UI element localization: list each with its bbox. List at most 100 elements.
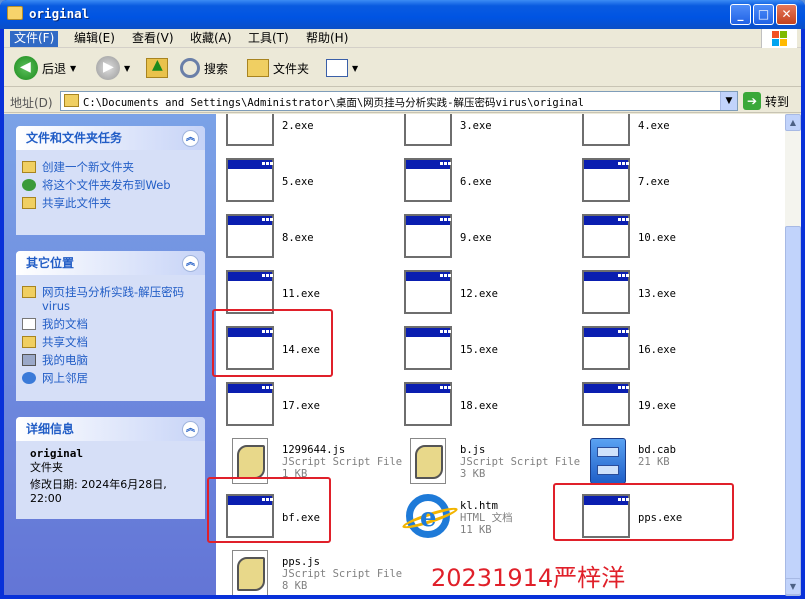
file-item[interactable]: 5.exe (226, 158, 396, 206)
details-panel: 详细信息 ︽ original 文件夹 修改日期: 2024年6月28日, 22:… (16, 417, 205, 519)
file-size: 11 KB (460, 524, 492, 536)
file-name: 8.exe (282, 232, 314, 244)
file-type: JScript Script File (282, 568, 403, 580)
file-item[interactable]: 12.exe (404, 270, 574, 318)
file-item[interactable]: 8.exe (226, 214, 396, 262)
file-tasks-panel: 文件和文件夹任务 ︽ 创建一个新文件夹 将这个文件夹发布到Web 共享此文件夹 (16, 126, 205, 235)
file-name: 9.exe (460, 232, 492, 244)
file-item[interactable]: e kl.htm HTML 文档 11 KB (400, 494, 574, 542)
file-name: 15.exe (460, 344, 498, 356)
panel-title[interactable]: 文件和文件夹任务 ︽ (16, 126, 205, 150)
folder-icon (7, 6, 23, 20)
scroll-up-button[interactable]: ▲ (785, 114, 801, 131)
place-shared-documents[interactable]: 共享文档 (16, 335, 205, 349)
address-label: 地址(D) (10, 96, 53, 110)
shared-folder-icon (22, 336, 36, 348)
close-button[interactable]: ✕ (776, 4, 797, 25)
minimize-button[interactable]: _ (730, 4, 751, 25)
file-name: 19.exe (638, 400, 676, 412)
file-item[interactable]: b.js JScript Script File 3 KB (404, 438, 580, 486)
search-icon (180, 58, 200, 78)
file-name: 7.exe (638, 176, 670, 188)
vertical-scrollbar[interactable]: ▲ ▼ (785, 114, 801, 596)
file-item[interactable]: pps.js JScript Script File 8 KB (226, 550, 402, 595)
collapse-icon[interactable]: ︽ (182, 255, 199, 272)
chevron-down-icon: ▼ (352, 63, 359, 73)
task-new-folder[interactable]: 创建一个新文件夹 (16, 160, 205, 174)
address-input[interactable]: C:\Documents and Settings\Administrator\… (60, 91, 738, 111)
go-arrow-icon: ➔ (743, 92, 761, 110)
forward-button[interactable]: ▶ ▼ (96, 54, 130, 82)
forward-arrow-icon: ▶ (96, 56, 120, 80)
panel-title[interactable]: 其它位置 ︽ (16, 251, 205, 275)
up-folder-button[interactable]: ▲ (146, 54, 168, 82)
file-name: 3.exe (460, 120, 492, 132)
exe-file-icon (582, 158, 630, 202)
file-item[interactable]: 17.exe (226, 382, 396, 430)
script-file-icon (232, 550, 268, 595)
views-icon (326, 59, 348, 77)
menu-edit[interactable]: 编辑(E) (70, 31, 119, 47)
folders-label: 文件夹 (273, 61, 310, 76)
exe-file-icon (226, 114, 274, 146)
folder-icon (64, 94, 79, 107)
exe-file-icon (404, 270, 452, 314)
windows-logo (761, 29, 797, 48)
title-bar[interactable]: original _ □ ✕ (0, 0, 805, 29)
file-item[interactable]: bd.cab 21 KB (582, 438, 752, 486)
place-parent-folder[interactable]: 网页挂马分析实践-解压密码virus (16, 285, 205, 313)
file-name: pps.js (282, 556, 320, 568)
back-label: 后退 (42, 61, 67, 76)
place-my-computer[interactable]: 我的电脑 (16, 353, 205, 367)
annotation-text: 20231914严梓洋 (431, 564, 626, 592)
folders-button[interactable]: 文件夹 (247, 54, 309, 82)
file-item[interactable]: 16.exe (582, 326, 752, 374)
file-item[interactable]: 2.exe (226, 114, 396, 150)
maximize-button[interactable]: □ (753, 4, 774, 25)
address-bar: 地址(D) C:\Documents and Settings\Administ… (4, 89, 801, 113)
menu-favorites[interactable]: 收藏(A) (186, 31, 236, 47)
menu-help[interactable]: 帮助(H) (302, 31, 352, 47)
place-my-documents[interactable]: 我的文档 (16, 317, 205, 331)
collapse-icon[interactable]: ︽ (182, 130, 199, 147)
file-item[interactable]: 6.exe (404, 158, 574, 206)
exe-file-icon (582, 326, 630, 370)
task-share-folder[interactable]: 共享此文件夹 (16, 196, 205, 210)
collapse-icon[interactable]: ︽ (182, 421, 199, 438)
file-name: 16.exe (638, 344, 676, 356)
panel-title[interactable]: 详细信息 ︽ (16, 417, 205, 441)
folders-icon (247, 59, 269, 77)
file-item[interactable]: 13.exe (582, 270, 752, 318)
views-button[interactable]: ▼ (326, 54, 358, 82)
file-name: bd.cab (638, 444, 676, 456)
back-arrow-icon: ◀ (14, 56, 38, 80)
cabinet-file-icon (590, 438, 626, 484)
scroll-thumb[interactable] (785, 226, 801, 596)
file-type: JScript Script File (460, 456, 581, 468)
file-item[interactable]: 19.exe (582, 382, 752, 430)
file-item[interactable]: 3.exe (404, 114, 574, 150)
menu-file[interactable]: 文件(F) (10, 31, 59, 47)
file-name: 2.exe (282, 120, 314, 132)
menu-view[interactable]: 查看(V) (128, 31, 178, 47)
file-item[interactable]: 10.exe (582, 214, 752, 262)
folder-icon (22, 286, 36, 298)
search-button[interactable]: 搜索 (180, 54, 228, 82)
exe-file-icon (582, 214, 630, 258)
file-item[interactable]: 4.exe (582, 114, 752, 150)
file-item[interactable]: 15.exe (404, 326, 574, 374)
go-button[interactable]: ➔ 转到 (743, 91, 789, 111)
scroll-down-button[interactable]: ▼ (785, 578, 801, 595)
chevron-down-icon: ▼ (124, 63, 131, 73)
file-item[interactable]: 9.exe (404, 214, 574, 262)
address-dropdown-button[interactable]: ▼ (720, 92, 737, 110)
network-icon (22, 372, 36, 384)
menu-tools[interactable]: 工具(T) (244, 31, 293, 47)
file-item[interactable]: 18.exe (404, 382, 574, 430)
task-publish-web[interactable]: 将这个文件夹发布到Web (16, 178, 205, 192)
place-network[interactable]: 网上邻居 (16, 371, 205, 385)
file-item[interactable]: 7.exe (582, 158, 752, 206)
back-button[interactable]: ◀ 后退 ▼ (14, 54, 76, 82)
exe-file-icon (582, 382, 630, 426)
detail-name: original (30, 447, 83, 460)
